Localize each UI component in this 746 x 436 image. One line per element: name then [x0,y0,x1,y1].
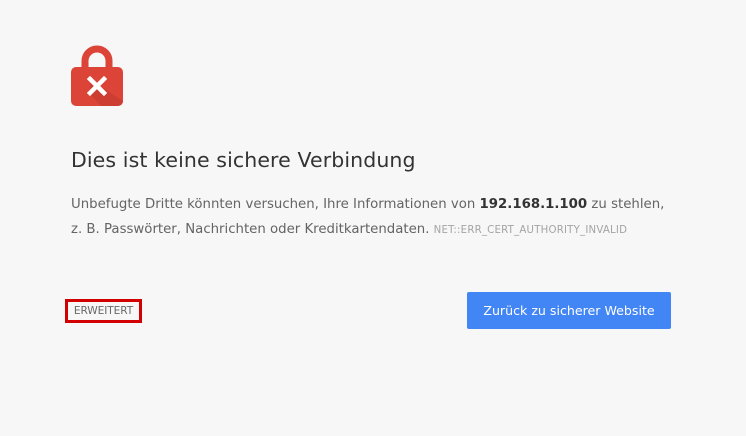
page-title: Dies ist keine sichere Verbindung [71,148,416,172]
back-to-safety-button[interactable]: Zurück zu sicherer Website [467,292,671,329]
error-code[interactable]: NET::ERR_CERT_AUTHORITY_INVALID [434,225,628,236]
description-line-1: Unbefugte Dritte könnten versuchen, Ihre… [71,193,681,218]
insecure-lock-icon [71,45,123,106]
description-text-end: zu stehlen, [587,197,665,212]
advanced-button[interactable]: ERWEITERT [65,299,142,323]
error-description: Unbefugte Dritte könnten versuchen, Ihre… [71,193,681,243]
description-text-2: z. B. Passwörter, Nachrichten oder Kredi… [71,221,430,237]
ssl-error-page: Dies ist keine sichere Verbindung Unbefu… [0,0,746,436]
description-line-2: z. B. Passwörter, Nachrichten oder Kredi… [71,218,681,244]
host-name: 192.168.1.100 [479,197,588,212]
description-text: Unbefugte Dritte könnten versuchen, Ihre… [71,197,480,212]
